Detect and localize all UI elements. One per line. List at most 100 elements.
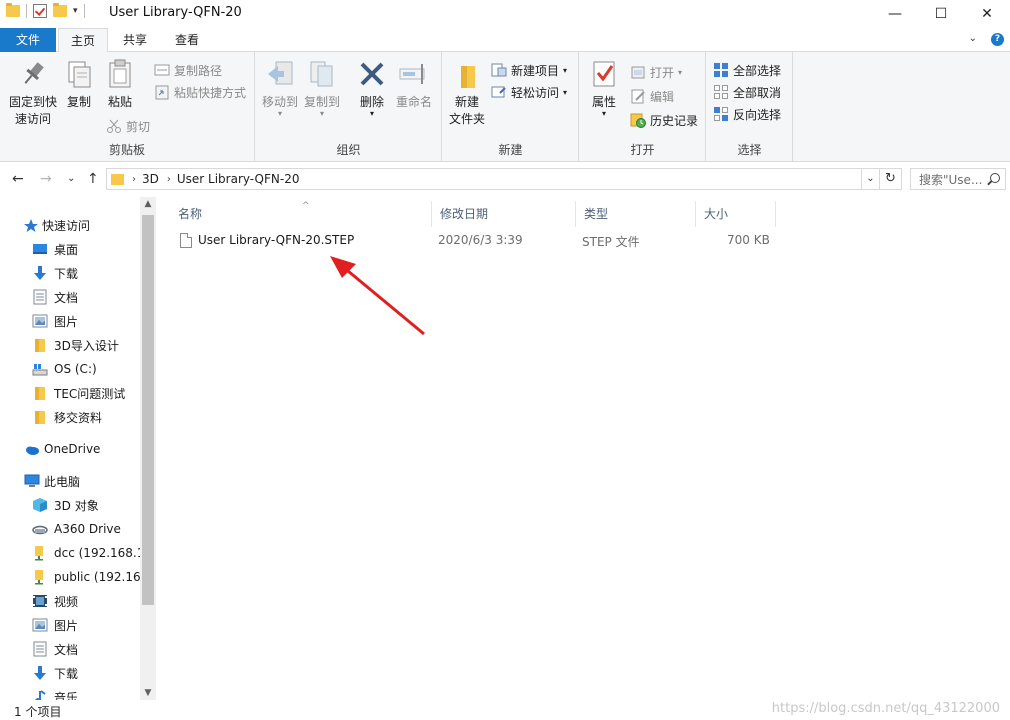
close-button[interactable]: ✕ — [964, 0, 1010, 28]
column-header-size[interactable]: 大小 — [696, 201, 776, 227]
navigation-pane: 快速访问 桌面 📌︎ 下载 📌︎ 文档 📌︎ 图片 📌︎ 3D导入设计 OS (… — [0, 197, 156, 700]
file-icon — [180, 233, 192, 248]
copy-label: 复制 — [66, 95, 91, 109]
paste-button[interactable]: 粘贴 — [102, 58, 138, 111]
maximize-button[interactable]: ☐ — [918, 0, 964, 28]
scroll-down-icon[interactable]: ▼ — [140, 688, 156, 698]
column-header-date[interactable]: 修改日期 — [432, 201, 576, 227]
breadcrumb-chevron-icon[interactable]: › — [132, 174, 136, 185]
nav-item-label: 文档 — [54, 642, 79, 657]
file-row[interactable]: User Library-QFN-20.STEP 2020/6/3 3:39 S… — [170, 229, 780, 253]
select-all-button[interactable]: 全部选择 — [713, 60, 781, 80]
nav-quick-access-label: 快速访问 — [42, 218, 91, 233]
forward-icon[interactable]: → — [40, 171, 52, 187]
properties-button[interactable]: 属性 ▾ — [586, 58, 622, 118]
title-bar: ▾ User Library-QFN-20 — ☐ ✕ — [0, 0, 1010, 28]
select-none-button[interactable]: 全部取消 — [713, 82, 781, 102]
rename-button[interactable]: 重命名 — [394, 58, 434, 111]
column-name-label: 名称 — [178, 207, 203, 221]
refresh-icon[interactable]: ↻ — [880, 168, 902, 190]
nav-item-public[interactable]: public (192.168 — [32, 565, 156, 589]
column-header-name[interactable]: ^ 名称 — [170, 201, 432, 227]
nav-item-dcc[interactable]: dcc (192.168.1. — [32, 541, 156, 565]
breadcrumb-chevron-icon[interactable]: › — [167, 174, 171, 185]
copy-icon — [63, 58, 95, 90]
nav-item-a360-drive[interactable]: A360 Drive — [32, 517, 156, 541]
nav-item-downloads[interactable]: 下载 📌︎ — [32, 261, 156, 285]
up-icon[interactable]: ↑ — [87, 171, 99, 187]
select-all-label: 全部选择 — [733, 63, 782, 78]
column-header-type[interactable]: 类型 — [576, 201, 696, 227]
open-label: 打开 — [650, 65, 675, 80]
nav-item-label: 3D导入设计 — [54, 338, 119, 353]
nav-item-3d-objects[interactable]: 3D 对象 — [32, 493, 156, 517]
nav-item-pc-downloads[interactable]: 下载 — [32, 661, 156, 685]
address-bar[interactable]: › 3D › User Library-QFN-20 ⌄ — [106, 168, 880, 190]
properties-icon — [588, 58, 620, 90]
delete-button[interactable]: 删除 ▾ — [354, 58, 390, 118]
invert-selection-label: 反向选择 — [733, 107, 782, 122]
help-icon[interactable]: ? — [991, 33, 1004, 46]
new-folder-button[interactable]: 新建 文件夹 — [447, 58, 487, 128]
scroll-up-icon[interactable]: ▲ — [140, 199, 156, 209]
new-folder-label: 新建 — [454, 95, 479, 109]
desktop-icon — [32, 241, 48, 257]
separator — [83, 4, 85, 18]
open-button[interactable]: 打开 ▾ — [630, 62, 682, 82]
nav-item-3d-import[interactable]: 3D导入设计 — [32, 333, 156, 357]
search-input[interactable]: 搜索"Use... — [910, 168, 1006, 190]
pin-label-line2: 速访问 — [14, 112, 51, 126]
nav-this-pc[interactable]: 此电脑 — [24, 469, 156, 493]
nav-item-pc-pictures[interactable]: 图片 — [32, 613, 156, 637]
minimize-button[interactable]: — — [872, 0, 918, 28]
copy-path-button[interactable]: 复制路径 — [154, 60, 222, 80]
new-folder-icon[interactable] — [53, 3, 67, 17]
easy-access-button[interactable]: 轻松访问 ▾ — [491, 82, 567, 102]
nav-quick-access[interactable]: 快速访问 — [24, 213, 156, 237]
invert-selection-button[interactable]: 反向选择 — [713, 104, 781, 124]
paste-shortcut-label: 粘贴快捷方式 — [174, 85, 247, 100]
nav-item-os-c[interactable]: OS (C:) — [32, 357, 156, 381]
easy-access-label: 轻松访问 — [511, 85, 560, 100]
move-to-button[interactable]: 移动到 ▾ — [260, 58, 300, 118]
paste-shortcut-button[interactable]: 粘贴快捷方式 — [154, 82, 246, 102]
pin-to-quick-access-button[interactable]: 固定到快 速访问 — [6, 58, 60, 128]
nav-item-documents[interactable]: 文档 📌︎ — [32, 285, 156, 309]
back-icon[interactable]: ← — [12, 171, 24, 187]
new-item-button[interactable]: 新建项目 ▾ — [491, 60, 567, 80]
nav-item-videos[interactable]: 视频 — [32, 589, 156, 613]
nav-item-pictures[interactable]: 图片 📌︎ — [32, 309, 156, 333]
window-title: User Library-QFN-20 — [109, 5, 242, 20]
collapse-ribbon-icon[interactable]: ⌄ — [969, 33, 977, 46]
download-icon — [32, 265, 48, 281]
history-button[interactable]: 历史记录 — [630, 110, 698, 130]
nav-item-desktop[interactable]: 桌面 📌︎ — [32, 237, 156, 261]
search-icon[interactable] — [990, 173, 1000, 183]
nav-scrollbar[interactable]: ▲ ▼ — [140, 197, 156, 700]
copy-button[interactable]: 复制 — [62, 58, 96, 111]
tab-file[interactable]: 文件 — [0, 28, 56, 52]
nav-this-pc-label: 此电脑 — [44, 474, 81, 489]
recent-locations-icon[interactable]: ⌄ — [67, 173, 75, 184]
file-name[interactable]: User Library-QFN-20.STEP — [198, 233, 354, 247]
cut-button[interactable]: 剪切 — [106, 116, 150, 136]
clipboard-group: 固定到快 速访问 复制 粘贴 复制路径 粘贴快捷方式 剪切 剪贴板 — [0, 52, 255, 162]
edit-button[interactable]: 编辑 — [630, 86, 674, 106]
nav-item-tec-test[interactable]: TEC问题测试 — [32, 381, 156, 405]
select-group: 全部选择 全部取消 反向选择 选择 — [707, 52, 793, 162]
properties-icon[interactable] — [33, 4, 47, 18]
breadcrumb-3d[interactable]: 3D — [142, 172, 159, 186]
tab-home[interactable]: 主页 — [58, 28, 108, 53]
nav-item-music[interactable]: 音乐 — [32, 685, 156, 700]
nav-item-pc-documents[interactable]: 文档 — [32, 637, 156, 661]
tab-share[interactable]: 共享 — [112, 28, 158, 52]
nav-item-handover[interactable]: 移交资料 — [32, 405, 156, 429]
address-dropdown-icon[interactable]: ⌄ — [861, 169, 879, 189]
tab-view[interactable]: 查看 — [164, 28, 210, 52]
nav-onedrive[interactable]: OneDrive — [24, 437, 156, 461]
breadcrumb-current[interactable]: User Library-QFN-20 — [177, 172, 300, 186]
annotation-arrow — [330, 256, 425, 336]
scroll-thumb[interactable] — [142, 215, 154, 605]
customize-toolbar-icon[interactable]: ▾ — [73, 6, 78, 16]
copy-to-button[interactable]: 复制到 ▾ — [302, 58, 342, 118]
